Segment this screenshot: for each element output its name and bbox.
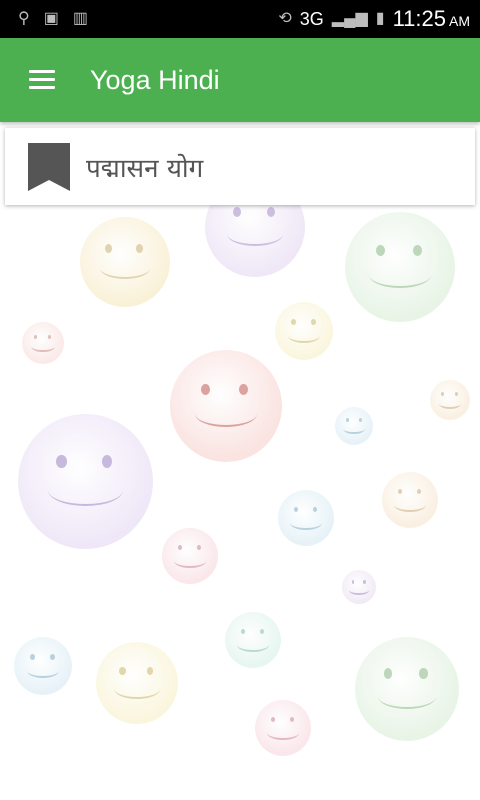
smiley-eye bbox=[363, 580, 366, 584]
smiley-decoration bbox=[345, 212, 455, 322]
smiley-decoration bbox=[430, 380, 470, 420]
bookmark-icon bbox=[28, 142, 70, 191]
smiley-mouth bbox=[47, 475, 124, 507]
smiley-eye bbox=[267, 207, 275, 217]
smiley-eye bbox=[289, 716, 295, 723]
battery-icon: ▮ bbox=[375, 10, 385, 27]
smiley-eye bbox=[293, 506, 299, 513]
barcode-icon: ▥ bbox=[72, 10, 88, 27]
smiley-eye bbox=[201, 383, 211, 395]
smiley-eye bbox=[310, 319, 316, 326]
smiley-eye bbox=[135, 244, 143, 253]
rotation-icon: ⟲ bbox=[278, 10, 292, 27]
smiley-eye bbox=[196, 544, 202, 551]
smiley-eye bbox=[118, 666, 126, 675]
smiley-eye bbox=[30, 654, 35, 661]
smiley-decoration bbox=[22, 322, 64, 364]
smiley-mouth bbox=[114, 679, 160, 699]
smiley-eye bbox=[345, 418, 349, 423]
hamburger-icon bbox=[29, 70, 55, 90]
smiley-decoration bbox=[275, 302, 333, 360]
smiley-mouth bbox=[290, 515, 322, 530]
smiley-mouth bbox=[99, 258, 151, 280]
smiley-mouth bbox=[369, 262, 431, 288]
smiley-eye bbox=[146, 666, 154, 675]
smiley-mouth bbox=[343, 424, 365, 435]
usb-icon: ⚲ bbox=[18, 10, 30, 27]
smiley-mouth bbox=[237, 637, 269, 652]
smiley-decoration bbox=[162, 528, 218, 584]
smiley-decoration bbox=[278, 490, 334, 546]
smiley-eye bbox=[177, 544, 183, 551]
signal-icon: ▂▄▆ bbox=[331, 10, 368, 27]
clock: 11:25 AM bbox=[392, 6, 470, 31]
smiley-eye bbox=[384, 668, 393, 679]
smiley-eye bbox=[233, 207, 241, 217]
smiley-eye bbox=[270, 716, 276, 723]
smiley-decoration bbox=[18, 414, 153, 549]
smiley-decoration bbox=[14, 637, 72, 695]
smiley-eye bbox=[416, 488, 422, 495]
smiley-mouth bbox=[377, 684, 437, 709]
smiley-eye bbox=[413, 245, 422, 256]
smiley-mouth bbox=[194, 400, 258, 428]
smiley-eye bbox=[312, 506, 318, 513]
app-bar: Yoga Hindi bbox=[0, 38, 480, 122]
smiley-eye bbox=[259, 628, 265, 635]
network-type: 3G bbox=[299, 8, 324, 29]
smiley-eye bbox=[454, 392, 458, 396]
smiley-eye bbox=[240, 628, 246, 635]
content-card[interactable]: पद्मासन योग bbox=[5, 128, 475, 205]
smiley-eye bbox=[105, 244, 113, 253]
smiley-decoration bbox=[170, 350, 282, 462]
smiley-mouth bbox=[394, 497, 426, 512]
card-title: पद्मासन योग bbox=[86, 153, 204, 184]
smiley-eye bbox=[441, 392, 445, 396]
smiley-eye bbox=[291, 319, 296, 326]
menu-button[interactable] bbox=[14, 52, 70, 108]
smiley-eye bbox=[48, 334, 52, 339]
smiley-eye bbox=[397, 488, 403, 495]
status-left-icons: ⚲ ▣ ▥ bbox=[0, 11, 88, 27]
smiley-eye bbox=[55, 454, 67, 468]
smiley-decoration bbox=[80, 217, 170, 307]
app-title: Yoga Hindi bbox=[90, 64, 220, 95]
status-bar: ⚲ ▣ ▥ ⟲ 3G ▂▄▆ ▮ 11:25 AM bbox=[0, 0, 480, 38]
smiley-eye bbox=[375, 245, 385, 256]
smiley-eye bbox=[101, 454, 113, 468]
smiley-decoration bbox=[342, 570, 376, 604]
smiley-eye bbox=[419, 668, 428, 679]
smiley-eye bbox=[49, 654, 55, 661]
smiley-decoration bbox=[225, 612, 281, 668]
smiley-mouth bbox=[174, 553, 206, 568]
smiley-mouth bbox=[31, 341, 55, 353]
smiley-mouth bbox=[267, 725, 299, 740]
smiley-mouth bbox=[349, 585, 369, 595]
smiley-decoration bbox=[382, 472, 438, 528]
smiley-eye bbox=[351, 580, 355, 584]
smiley-decoration bbox=[335, 407, 373, 445]
smiley-mouth bbox=[26, 663, 60, 678]
smiley-decoration bbox=[355, 637, 459, 741]
smiley-decoration bbox=[96, 642, 178, 724]
smiley-eye bbox=[239, 383, 249, 395]
smiley-eye bbox=[33, 334, 38, 339]
smiley-mouth bbox=[227, 222, 283, 246]
smiley-mouth bbox=[438, 398, 462, 409]
status-right-icons: ⟲ 3G ▂▄▆ ▮ 11:25 AM bbox=[278, 6, 480, 32]
smiley-mouth bbox=[287, 328, 321, 343]
android-debug-icon: ▣ bbox=[43, 10, 59, 27]
smiley-eye bbox=[358, 418, 362, 423]
smiley-decoration bbox=[255, 700, 311, 756]
smiley-background bbox=[0, 122, 480, 800]
